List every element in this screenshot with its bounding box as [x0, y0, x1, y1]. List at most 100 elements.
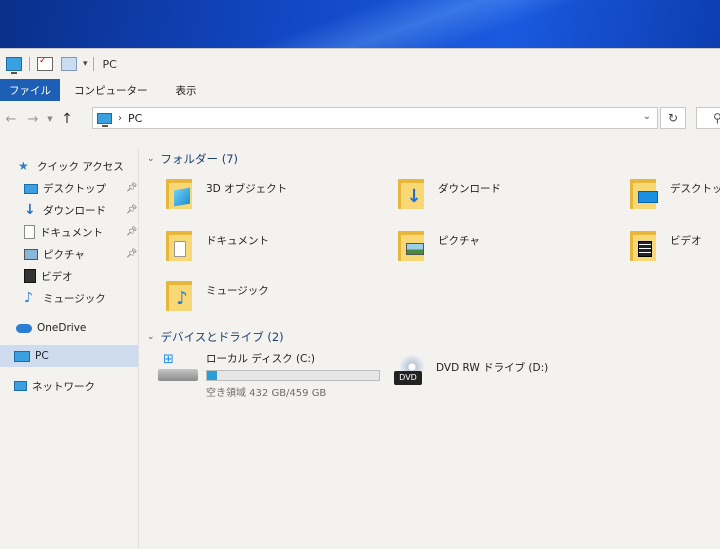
ribbon-tabs: ファイル コンピューター 表示 — [0, 79, 211, 101]
folder-desktop[interactable]: デスクトップ — [630, 177, 720, 209]
tab-view[interactable]: 表示 — [162, 79, 211, 101]
sidebar-item-onedrive[interactable]: OneDrive — [16, 317, 138, 339]
folders-group-header[interactable]: ⌄ フォルダー (7) — [147, 151, 238, 167]
sidebar-item-label: ビデオ — [41, 270, 73, 283]
group-header-label: デバイスとドライブ (2) — [160, 330, 284, 344]
folder-label: ピクチャ — [438, 235, 480, 247]
pin-icon[interactable]: 📌︎ — [126, 227, 137, 237]
folder-label: ドキュメント — [206, 235, 269, 247]
recent-locations-chevron-icon[interactable]: ▼ — [44, 115, 56, 123]
cloud-icon — [16, 323, 32, 333]
toolbar-separator — [29, 57, 30, 71]
dvd-badge: DVD — [394, 371, 422, 385]
pictures-icon — [398, 229, 424, 261]
drive-dvd-d[interactable]: DVD DVD RW ドライブ (D:) — [394, 355, 548, 389]
new-folder-icon[interactable] — [61, 57, 77, 71]
sidebar-item-music[interactable]: ♪ ミュージック — [24, 287, 138, 309]
toolbar-separator — [92, 57, 94, 71]
film-icon — [24, 269, 36, 283]
back-arrow-icon[interactable]: ← — [0, 112, 22, 127]
dvd-drive-icon: DVD — [394, 355, 428, 389]
documents-icon — [166, 229, 192, 261]
sidebar-item-pc[interactable]: PC — [0, 345, 138, 367]
sidebar-item-videos[interactable]: ビデオ — [24, 265, 138, 287]
navigation-pane: ★ クイック アクセス デスクトップ 📌︎ ↓ ダウンロード 📌︎ ドキュメント… — [0, 149, 139, 549]
sidebar-item-quick-access[interactable]: ★ クイック アクセス — [18, 155, 138, 177]
collapse-chevron-icon[interactable]: ⌄ — [147, 154, 155, 164]
sidebar-item-label: クイック アクセス — [37, 160, 124, 173]
folder-label: ビデオ — [670, 235, 702, 247]
desktop-icon — [24, 184, 38, 194]
tab-computer[interactable]: コンピューター — [60, 79, 162, 101]
sidebar-item-label: ミュージック — [43, 292, 106, 305]
pc-icon — [6, 57, 22, 74]
picture-icon — [24, 248, 38, 260]
sidebar-item-label: ドキュメント — [40, 226, 103, 239]
pin-icon[interactable]: 📌︎ — [126, 249, 137, 259]
breadcrumb-pc[interactable]: PC — [128, 112, 142, 125]
downloads-icon: ↓ — [398, 177, 424, 209]
folder-videos[interactable]: ビデオ — [630, 229, 702, 261]
network-icon — [14, 381, 27, 391]
drive-label: ローカル ディスク (C:) — [206, 353, 316, 365]
collapse-chevron-icon[interactable]: ⌄ — [147, 332, 155, 342]
folder-label: ミュージック — [206, 285, 269, 297]
folder-music[interactable]: ♪ ミュージック — [166, 279, 269, 311]
sidebar-item-label: OneDrive — [37, 322, 87, 334]
folder-label: ダウンロード — [438, 183, 501, 195]
sidebar-item-desktop[interactable]: デスクトップ 📌︎ — [24, 177, 138, 199]
address-bar[interactable]: › PC ⌄ — [92, 107, 658, 129]
customize-toolbar-chevron-icon[interactable]: ▾ — [83, 59, 88, 69]
pin-icon[interactable]: 📌︎ — [126, 205, 137, 215]
folder-label: 3D オブジェクト — [206, 183, 288, 195]
download-arrow-icon: ↓ — [24, 202, 36, 218]
properties-icon[interactable] — [37, 56, 53, 71]
pc-icon — [14, 350, 30, 362]
drive-usage-bar — [206, 370, 380, 381]
pin-icon[interactable]: 📌︎ — [126, 183, 137, 193]
folder-3d-objects[interactable]: 3D オブジェクト — [166, 177, 287, 209]
desktop-icon — [630, 177, 658, 209]
folder-downloads[interactable]: ↓ ダウンロード — [398, 177, 501, 209]
quick-access-toolbar: ▾ — [2, 56, 97, 74]
folder-documents[interactable]: ドキュメント — [166, 229, 269, 261]
sidebar-item-label: ピクチャ — [43, 248, 85, 261]
hard-drive-icon: ⊞ — [158, 351, 198, 385]
address-dropdown-chevron-icon[interactable]: ⌄ — [643, 111, 651, 122]
sidebar-item-label: PC — [35, 350, 49, 362]
forward-arrow-icon[interactable]: → — [22, 112, 44, 127]
sidebar-item-label: デスクトップ — [43, 182, 106, 195]
sidebar-item-label: ネットワーク — [32, 380, 95, 393]
sidebar-item-network[interactable]: ネットワーク — [14, 375, 138, 397]
window-title: PC — [102, 57, 117, 71]
star-icon: ★ — [18, 159, 29, 173]
sidebar-item-documents[interactable]: ドキュメント 📌︎ — [24, 221, 138, 243]
drive-label: DVD RW ドライブ (D:) — [436, 362, 549, 374]
document-icon — [24, 225, 35, 239]
breadcrumb-chevron-icon[interactable]: › — [118, 113, 122, 124]
drives-group-header[interactable]: ⌄ デバイスとドライブ (2) — [147, 329, 284, 345]
folder-label: デスクトップ — [670, 183, 720, 195]
3d-objects-icon — [166, 177, 192, 209]
title-bar: ▾ PC — [0, 49, 720, 79]
sidebar-item-label: ダウンロード — [43, 204, 106, 217]
music-note-icon: ♪ — [24, 290, 33, 306]
refresh-button[interactable]: ↻ — [660, 107, 686, 129]
search-icon: ⚲ — [713, 111, 720, 125]
tab-file[interactable]: ファイル — [0, 79, 60, 101]
music-icon: ♪ — [166, 279, 192, 311]
windows-logo-icon: ⊞ — [163, 352, 174, 367]
file-explorer-window: ▾ PC ファイル コンピューター 表示 ← → ▼ ↑ › PC ⌄ ↻ ⚲ … — [0, 48, 720, 549]
sidebar-item-downloads[interactable]: ↓ ダウンロード 📌︎ — [24, 199, 138, 221]
videos-icon — [630, 229, 656, 261]
search-box[interactable]: ⚲ — [696, 107, 720, 129]
sidebar-item-pictures[interactable]: ピクチャ 📌︎ — [24, 243, 138, 265]
pc-icon — [97, 112, 112, 127]
folder-pictures[interactable]: ピクチャ — [398, 229, 480, 261]
navigation-bar: ← → ▼ ↑ › PC ⌄ ↻ ⚲ — [0, 105, 720, 133]
refresh-icon: ↻ — [667, 111, 679, 125]
drive-local-c[interactable]: ⊞ ローカル ディスク (C:) 空き領域 432 GB/459 GB — [158, 351, 380, 399]
group-header-label: フォルダー (7) — [160, 152, 238, 166]
drive-free-space: 空き領域 432 GB/459 GB — [206, 388, 327, 399]
up-arrow-icon[interactable]: ↑ — [56, 111, 78, 127]
